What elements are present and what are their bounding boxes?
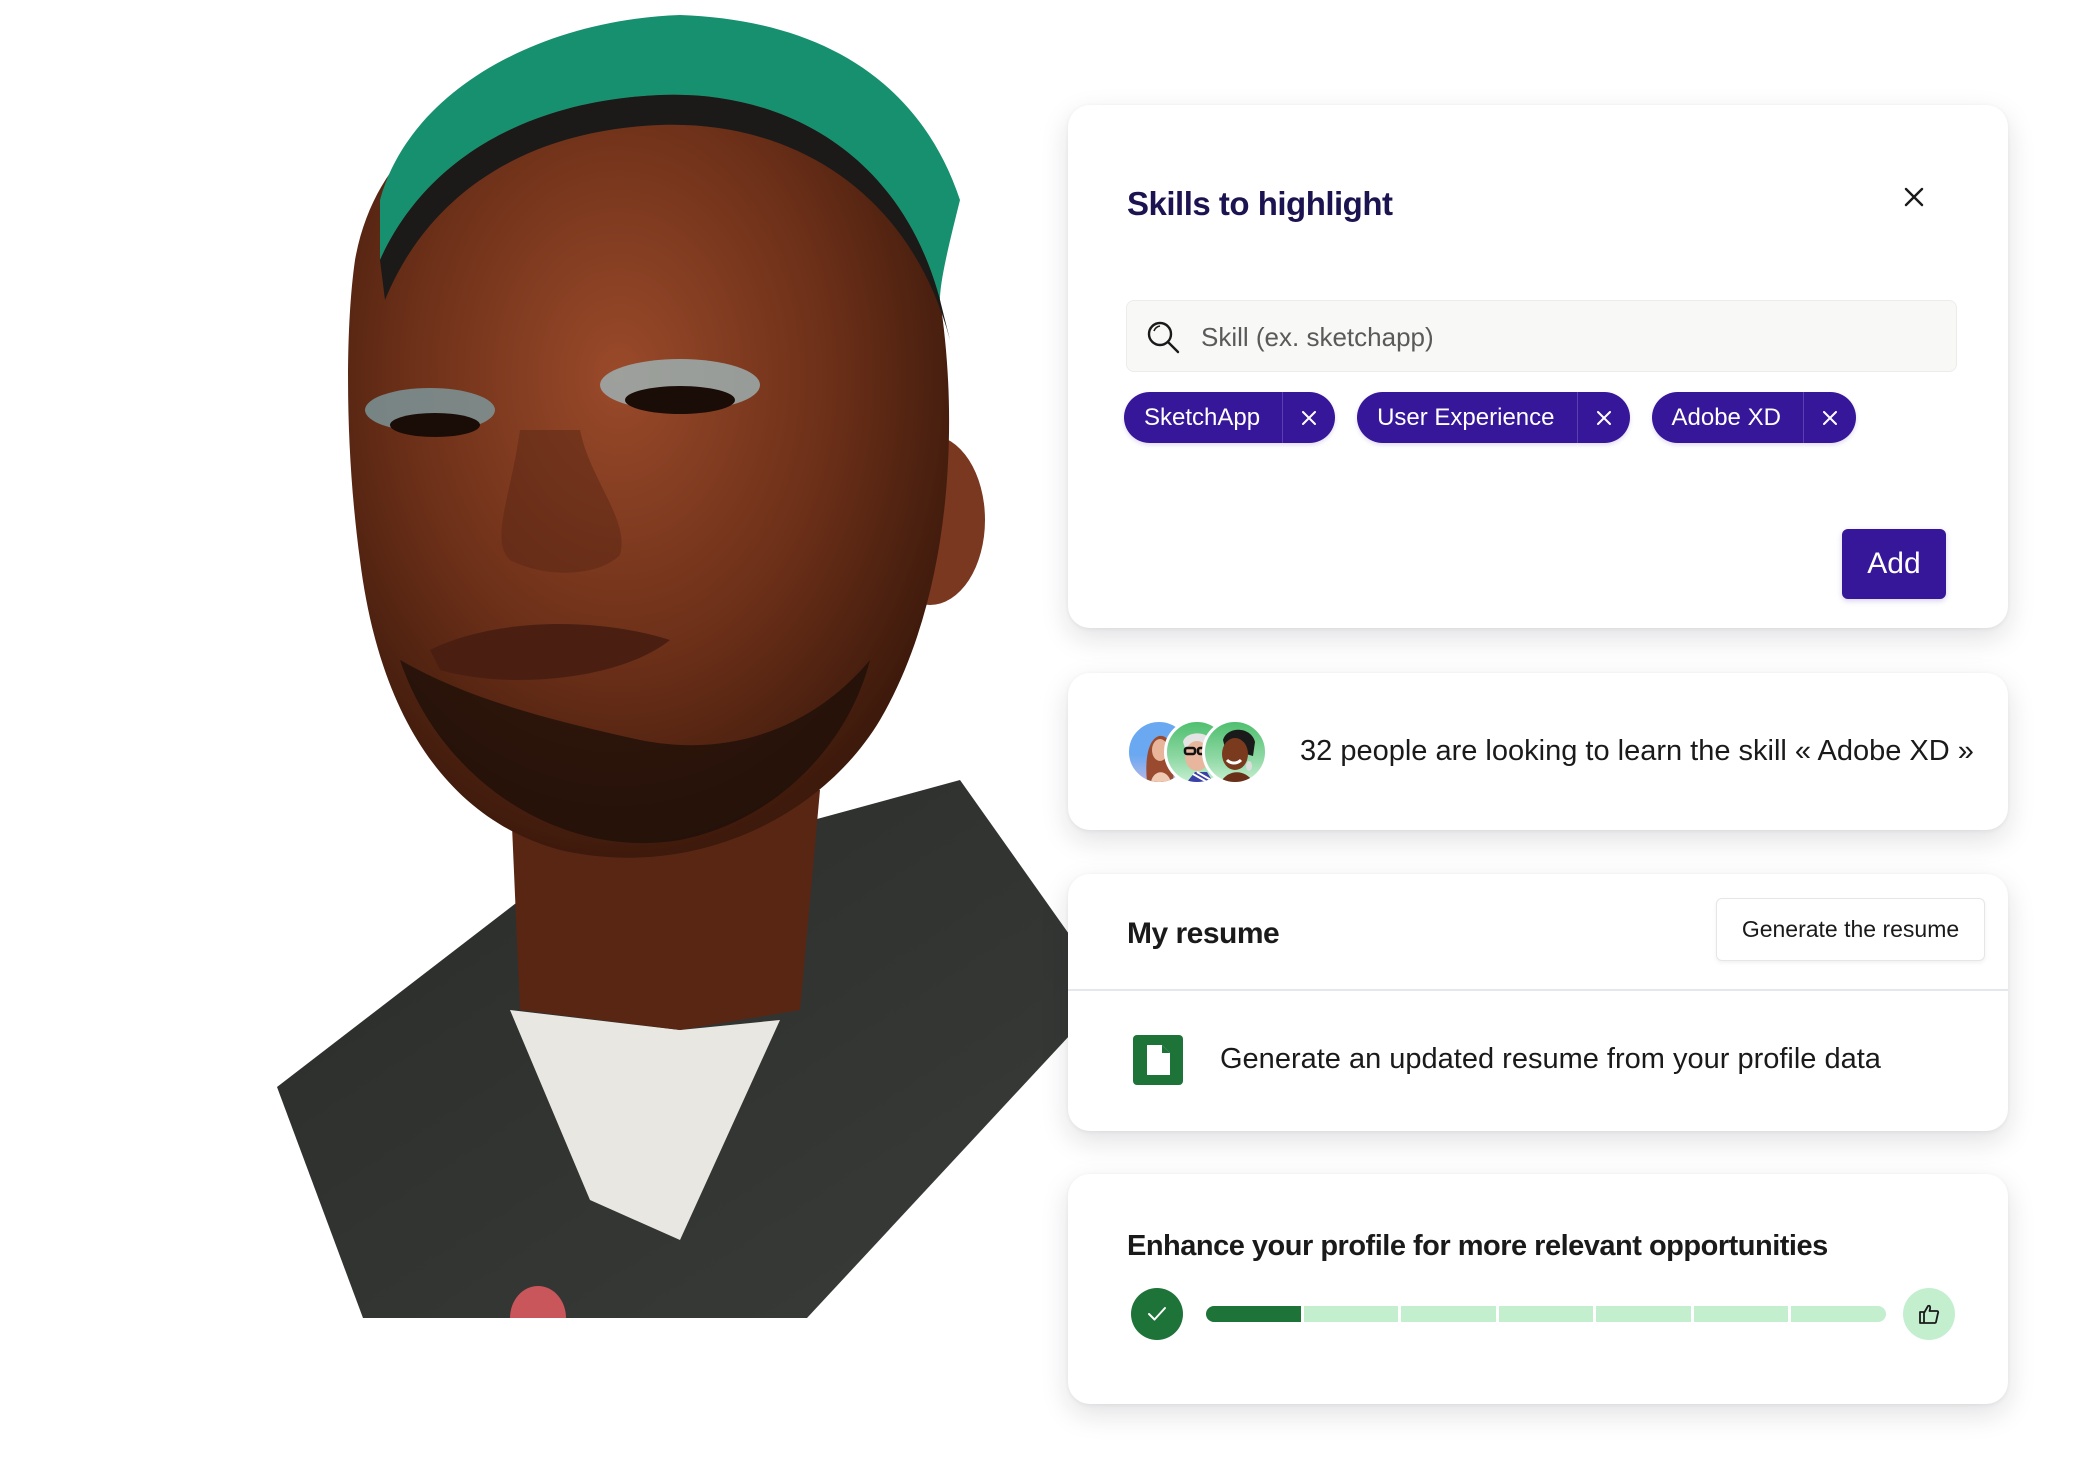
progress-segment-pending	[1401, 1306, 1496, 1322]
skill-tag-label: User Experience	[1377, 403, 1555, 431]
skills-title: Skills to highlight	[1127, 185, 1393, 222]
progress-segment-pending	[1791, 1306, 1887, 1322]
resume-card: My resume Generate the resume Generate a…	[1068, 874, 2008, 1131]
generate-resume-button[interactable]: Generate the resume	[1716, 898, 1985, 961]
resume-description: Generate an updated resume from your pro…	[1220, 1043, 1881, 1075]
skills-card: Skills to highlight SketchApp User Exper…	[1068, 105, 2008, 628]
document-icon	[1133, 1035, 1183, 1085]
skill-tag: Adobe XD	[1651, 392, 1856, 443]
close-icon	[1904, 187, 1924, 207]
profile-progress-bar	[1206, 1306, 1887, 1322]
learners-card: 32 people are looking to learn the skill…	[1068, 673, 2008, 830]
portrait-photo	[260, 15, 1130, 1340]
skill-tag-label: SketchApp	[1144, 403, 1261, 431]
skill-tag: User Experience	[1357, 392, 1630, 443]
avatar	[1202, 719, 1268, 785]
divider	[1068, 989, 2008, 991]
completed-step-indicator	[1131, 1288, 1183, 1340]
search-icon	[1147, 321, 1180, 354]
remove-skill-button[interactable]	[1282, 392, 1335, 443]
progress-segment-pending	[1596, 1306, 1691, 1322]
goal-indicator[interactable]	[1903, 1288, 1955, 1340]
remove-skill-button[interactable]	[1576, 392, 1630, 443]
close-icon	[1302, 410, 1317, 425]
avatar-group	[1126, 719, 1276, 785]
resume-title: My resume	[1127, 917, 1280, 950]
remove-skill-button[interactable]	[1802, 392, 1856, 443]
skill-tag: SketchApp	[1124, 392, 1336, 443]
close-button[interactable]	[1898, 181, 1930, 213]
learners-message: 32 people are looking to learn the skill…	[1300, 735, 1974, 767]
selected-skills: SketchApp User Experience Adobe XD	[1124, 392, 1856, 443]
profile-completion-title: Enhance your profile for more relevant o…	[1127, 1230, 1828, 1262]
skill-search-input[interactable]	[1199, 301, 1943, 373]
progress-segment-completed	[1206, 1306, 1301, 1322]
progress-segment-pending	[1303, 1306, 1399, 1322]
add-button[interactable]: Add	[1842, 529, 1946, 599]
profile-completion-card: Enhance your profile for more relevant o…	[1068, 1174, 2008, 1404]
skill-search-field[interactable]	[1126, 300, 1957, 373]
close-icon	[1822, 410, 1837, 425]
skill-tag-label: Adobe XD	[1671, 403, 1781, 431]
close-icon	[1596, 410, 1611, 425]
check-icon	[1148, 1307, 1166, 1321]
progress-segment-pending	[1693, 1306, 1789, 1322]
thumbs-up-icon	[1919, 1304, 1940, 1324]
progress-segment-pending	[1498, 1306, 1594, 1322]
